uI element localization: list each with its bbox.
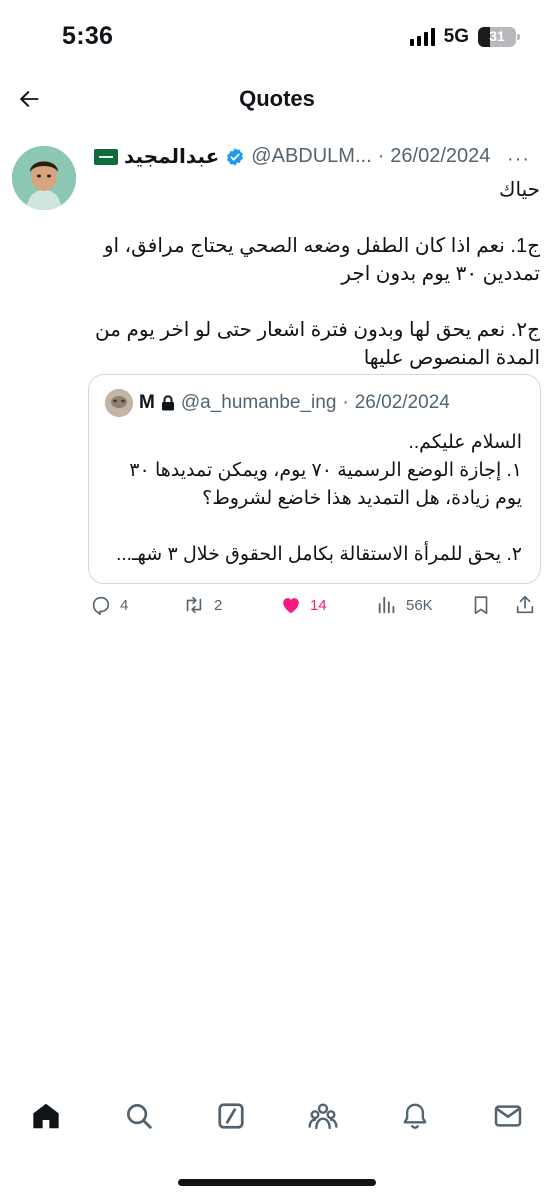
grok-icon — [218, 1103, 244, 1129]
top-bar: Quotes — [0, 74, 554, 124]
bottom-navigation — [0, 1094, 554, 1140]
quoted-tweet-text: السلام عليكم.. ١. إجازة الوضع الرسمية ٧٠… — [102, 429, 522, 569]
nav-notifications[interactable] — [397, 1098, 433, 1134]
bookmark-icon — [474, 596, 488, 615]
lock-icon — [161, 395, 174, 411]
tweet-line: تمددين ٣٠ يوم بدون اجر — [341, 263, 540, 285]
avatar-image — [12, 146, 76, 210]
reply-count: 4 — [120, 596, 129, 614]
battery-icon: 31 — [478, 27, 520, 47]
nav-home[interactable] — [28, 1098, 64, 1134]
more-options-button[interactable]: ··· — [507, 148, 530, 171]
author-handle[interactable]: @ABDULM... — [251, 145, 371, 168]
author-name[interactable]: عبدالمجيد — [124, 144, 219, 169]
like-count: 14 — [310, 596, 327, 614]
quoted-avatar — [105, 389, 133, 417]
search-icon — [127, 1104, 152, 1129]
saudi-flag-icon — [94, 148, 118, 165]
share-button[interactable] — [514, 594, 536, 616]
status-time: 5:36 — [62, 22, 114, 50]
quoted-author-name: M — [139, 392, 155, 413]
cellular-signal-icon — [409, 28, 435, 46]
tweet-text: حياك ج1. نعم اذا كان الطفل وضعه الصحي يح… — [92, 176, 540, 372]
reply-button[interactable]: 4 — [90, 594, 128, 616]
quoted-line: السلام عليكم.. — [408, 432, 522, 453]
tweet-actions: 4 2 14 56K — [0, 594, 554, 624]
repost-icon — [186, 596, 202, 614]
nav-communities[interactable] — [305, 1098, 341, 1134]
notifications-icon — [403, 1103, 427, 1129]
bookmark-button[interactable] — [470, 594, 492, 616]
home-indicator[interactable] — [178, 1179, 376, 1186]
repost-count: 2 — [214, 596, 223, 614]
quoted-line: ١. إجازة الوضع الرسمية ٧٠ يوم، ويمكن تمد… — [129, 460, 522, 481]
quoted-line: يوم زيادة، هل التمديد هذا خاضع لشروط؟ — [202, 488, 522, 509]
separator-dot: · — [377, 145, 385, 167]
messages-icon — [494, 1105, 522, 1127]
quoted-author-handle: @a_humanbe_ing — [180, 392, 337, 413]
nav-grok[interactable] — [213, 1098, 249, 1134]
quoted-tweet-header: M @a_humanbe_ing · 26/02/2024 — [105, 389, 450, 417]
page-title: Quotes — [239, 86, 315, 111]
avatar[interactable] — [12, 146, 76, 210]
tweet-line: ج٢. نعم يحق لها وبدون فترة اشعار حتى لو … — [95, 319, 540, 341]
heart-filled-icon — [283, 598, 299, 614]
status-bar: 5:36 5G 31 — [0, 0, 554, 72]
tweet-date[interactable]: 26/02/2024 — [390, 145, 490, 168]
tweet-header: عبدالمجيد @ABDULM... · 26/02/2024 — [94, 144, 490, 169]
separator-dot: · — [342, 392, 349, 413]
reply-icon — [92, 596, 110, 615]
like-button[interactable]: 14 — [280, 594, 327, 616]
repost-button[interactable]: 2 — [182, 594, 222, 616]
communities-icon — [308, 1103, 338, 1130]
network-type: 5G — [443, 26, 469, 47]
nav-search[interactable] — [121, 1098, 157, 1134]
quoted-tweet-date: 26/02/2024 — [354, 392, 450, 413]
share-icon — [516, 595, 534, 614]
quoted-line: ٢. يحق للمرأة الاستقالة بكامل الحقوق خلا… — [116, 544, 522, 565]
status-indicators: 5G 31 — [409, 26, 520, 48]
views-count: 56K — [406, 596, 433, 614]
tweet-line: المدة المنصوص عليها — [363, 347, 540, 369]
home-icon — [33, 1103, 59, 1129]
tweet-line: ج1. نعم اذا كان الطفل وضعه الصحي يحتاج م… — [103, 235, 540, 257]
views-icon — [378, 596, 395, 614]
battery-level: 31 — [489, 28, 505, 44]
nav-messages[interactable] — [490, 1098, 526, 1134]
verified-badge-icon — [227, 147, 244, 166]
views-button[interactable]: 56K — [376, 594, 433, 616]
tweet-line: حياك — [499, 179, 540, 201]
quoted-tweet[interactable]: M @a_humanbe_ing · 26/02/2024 السلام علي… — [88, 374, 541, 584]
